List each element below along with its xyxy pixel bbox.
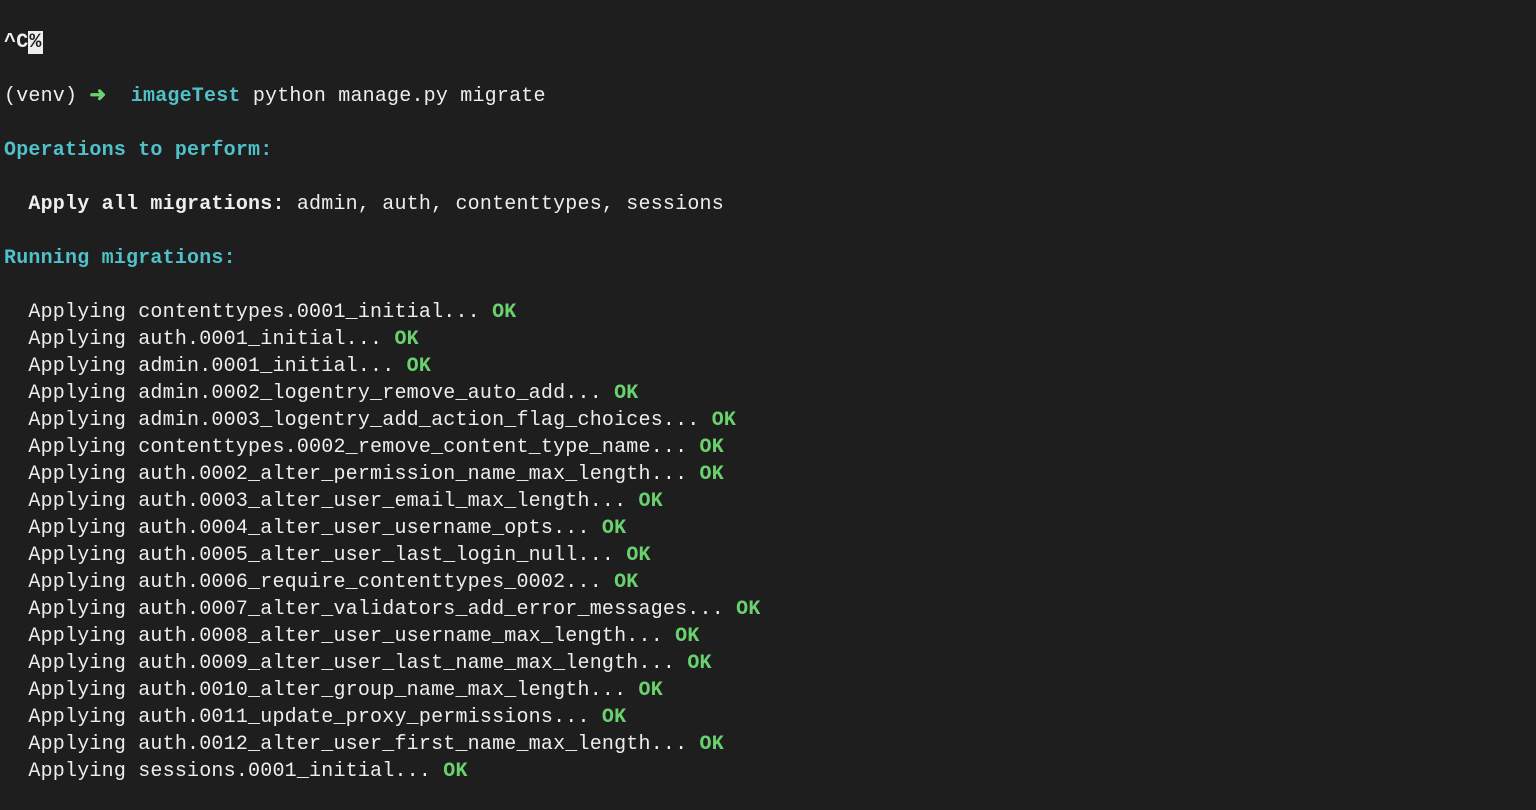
- percent-inverted: %: [28, 31, 42, 54]
- migration-line: Applying admin.0003_logentry_add_action_…: [4, 407, 1532, 434]
- migration-line: Applying contenttypes.0001_initial... OK: [4, 299, 1532, 326]
- status-ok: OK: [614, 382, 638, 405]
- migration-line: Applying auth.0008_alter_user_username_m…: [4, 623, 1532, 650]
- interrupt-line: ^C%: [4, 29, 1532, 56]
- prompt-arrow-icon: ➜: [89, 85, 106, 108]
- migration-line: Applying contenttypes.0002_remove_conten…: [4, 434, 1532, 461]
- status-ok: OK: [394, 328, 418, 351]
- prompt-line-1: (venv) ➜ imageTest python manage.py migr…: [4, 83, 1532, 110]
- terminal-output[interactable]: ^C% (venv) ➜ imageTest python manage.py …: [0, 0, 1536, 810]
- ctrl-c-text: ^C: [4, 31, 28, 54]
- status-ok: OK: [602, 517, 626, 540]
- status-ok: OK: [443, 760, 467, 783]
- venv-label: (venv): [4, 85, 77, 108]
- status-ok: OK: [700, 463, 724, 486]
- migration-line: Applying auth.0006_require_contenttypes_…: [4, 569, 1532, 596]
- status-ok: OK: [687, 652, 711, 675]
- status-ok: OK: [492, 301, 516, 324]
- apply-all-line: Apply all migrations: admin, auth, conte…: [4, 191, 1532, 218]
- migration-line: Applying admin.0001_initial... OK: [4, 353, 1532, 380]
- migration-line: Applying admin.0002_logentry_remove_auto…: [4, 380, 1532, 407]
- status-ok: OK: [626, 544, 650, 567]
- migration-line: Applying auth.0009_alter_user_last_name_…: [4, 650, 1532, 677]
- migration-line: Applying auth.0002_alter_permission_name…: [4, 461, 1532, 488]
- migration-list: Applying contenttypes.0001_initial... OK…: [4, 299, 1532, 785]
- status-ok: OK: [700, 436, 724, 459]
- migration-line: Applying auth.0003_alter_user_email_max_…: [4, 488, 1532, 515]
- apply-all-label: Apply all migrations:: [28, 193, 284, 216]
- status-ok: OK: [639, 490, 663, 513]
- migration-line: Applying auth.0001_initial... OK: [4, 326, 1532, 353]
- migration-line: Applying sessions.0001_initial... OK: [4, 758, 1532, 785]
- status-ok: OK: [700, 733, 724, 756]
- migration-line: Applying auth.0011_update_proxy_permissi…: [4, 704, 1532, 731]
- migration-line: Applying auth.0005_alter_user_last_login…: [4, 542, 1532, 569]
- status-ok: OK: [407, 355, 431, 378]
- operations-header: Operations to perform:: [4, 137, 1532, 164]
- status-ok: OK: [712, 409, 736, 432]
- apply-all-list: admin, auth, contenttypes, sessions: [285, 193, 724, 216]
- migration-line: Applying auth.0004_alter_user_username_o…: [4, 515, 1532, 542]
- running-header: Running migrations:: [4, 245, 1532, 272]
- migration-line: Applying auth.0007_alter_validators_add_…: [4, 596, 1532, 623]
- status-ok: OK: [639, 679, 663, 702]
- migration-line: Applying auth.0012_alter_user_first_name…: [4, 731, 1532, 758]
- migration-line: Applying auth.0010_alter_group_name_max_…: [4, 677, 1532, 704]
- status-ok: OK: [614, 571, 638, 594]
- command-1-text: python manage.py migrate: [253, 85, 546, 108]
- status-ok: OK: [602, 706, 626, 729]
- cwd-label: imageTest: [131, 85, 241, 108]
- status-ok: OK: [736, 598, 760, 621]
- status-ok: OK: [675, 625, 699, 648]
